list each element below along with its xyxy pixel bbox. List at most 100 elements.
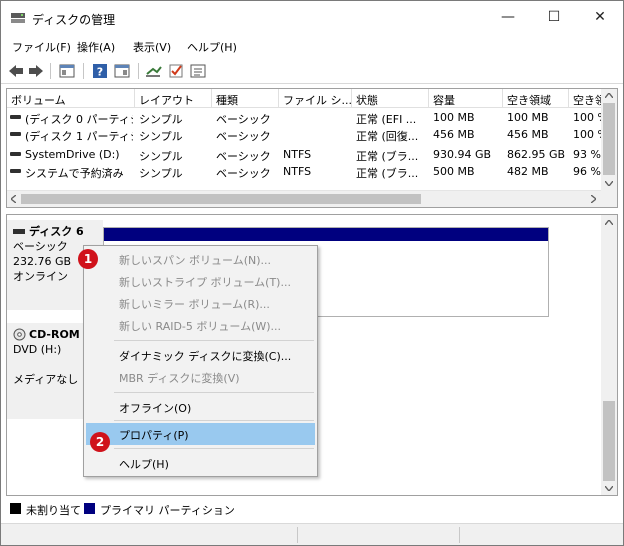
menu-help[interactable]: ヘルプ(H)	[187, 39, 237, 55]
menu-convert-to-mbr-disk[interactable]: MBR ディスクに変換(V)	[86, 366, 315, 388]
minimize-button[interactable]: —	[485, 1, 531, 33]
connect-icon[interactable]	[145, 62, 163, 80]
forward-arrow-icon[interactable]	[27, 62, 45, 80]
menu-offline[interactable]: オフライン(O)	[86, 396, 315, 418]
column-header-layout[interactable]: レイアウト	[135, 89, 212, 108]
volume-icon	[10, 169, 21, 173]
window-title: ディスクの管理	[32, 13, 116, 27]
volume-list-pane: ボリューム レイアウト 種類 ファイル シ... 状態 容量 空き領域 空き領 …	[6, 88, 618, 208]
volume-filesystem: NTFS	[283, 148, 312, 161]
step-badge-1: 1	[78, 249, 98, 269]
scroll-down-icon[interactable]	[605, 181, 613, 186]
legend: 未割り当て プライマリ パーティション	[6, 499, 618, 519]
volume-type: ベーシック	[216, 167, 271, 180]
legend-primary-partition: プライマリ パーティション	[100, 504, 235, 517]
menu-new-spanned-volume[interactable]: 新しいスパン ボリューム(N)...	[86, 248, 315, 270]
scroll-left-icon[interactable]	[11, 195, 16, 203]
volume-name: (ディスク 0 パーティシ...	[25, 113, 133, 126]
show-hide-pane-icon[interactable]	[113, 62, 131, 80]
primary-partition-bar	[104, 228, 548, 241]
volume-capacity: 500 MB	[433, 165, 475, 178]
volume-capacity: 930.94 GB	[433, 148, 492, 161]
back-arrow-icon[interactable]	[7, 62, 25, 80]
menu-convert-to-dynamic-disk[interactable]: ダイナミック ディスクに変換(C)...	[86, 344, 315, 366]
volume-status: 正常 (EFI ...	[356, 113, 417, 126]
maximize-button[interactable]: ☐	[531, 1, 577, 33]
scroll-thumb[interactable]	[21, 194, 421, 204]
volume-layout: シンプル	[139, 150, 183, 163]
volume-row[interactable]: (ディスク 1 パーティシ... シンプル ベーシック 正常 (回復... 45…	[7, 126, 608, 143]
menu-separator	[114, 392, 314, 393]
volume-free-space: 456 MB	[507, 128, 549, 141]
svg-text:?: ?	[97, 66, 103, 79]
volume-icon	[10, 115, 21, 119]
title-bar: ディスクの管理 — ☐ ✕	[1, 1, 623, 35]
column-header-percent-free[interactable]: 空き領	[569, 89, 603, 108]
volume-name: システムで予約済み	[25, 167, 124, 180]
toolbar-separator	[50, 63, 51, 79]
primary-partition-swatch	[84, 503, 95, 514]
column-header-volume[interactable]: ボリューム	[7, 89, 135, 108]
volume-status: 正常 (ブラ...	[356, 150, 419, 163]
column-header-capacity[interactable]: 容量	[429, 89, 503, 108]
volume-layout: シンプル	[139, 130, 183, 143]
column-header-filesystem[interactable]: ファイル シ...	[279, 89, 352, 108]
volume-capacity: 456 MB	[433, 128, 475, 141]
menu-action[interactable]: 操作(A)	[77, 39, 115, 55]
volume-layout: シンプル	[139, 167, 183, 180]
scroll-right-icon[interactable]	[591, 195, 596, 203]
step-badge-2: 2	[90, 432, 110, 452]
scroll-up-icon[interactable]	[605, 220, 613, 225]
disk-6-name: ディスク 6	[29, 225, 84, 238]
toolbar-separator	[83, 63, 84, 79]
volume-row[interactable]: (ディスク 0 パーティシ... シンプル ベーシック 正常 (EFI ... …	[7, 109, 608, 126]
volume-free-space: 862.95 GB	[507, 148, 566, 161]
scrollbar-corner	[601, 190, 617, 207]
scroll-up-icon[interactable]	[605, 93, 613, 98]
volume-horizontal-scrollbar[interactable]	[7, 190, 603, 207]
menu-file[interactable]: ファイル(F)	[12, 39, 71, 55]
volume-capacity: 100 MB	[433, 111, 475, 124]
menu-separator	[114, 420, 314, 421]
disk-6-header: ディスク 6	[13, 224, 97, 239]
scroll-thumb[interactable]	[603, 103, 615, 175]
volume-type: ベーシック	[216, 113, 271, 126]
volume-free-space: 100 MB	[507, 111, 549, 124]
toolbar: ?	[1, 58, 623, 84]
volume-name: (ディスク 1 パーティシ...	[25, 130, 133, 143]
volume-vertical-scrollbar[interactable]	[601, 89, 617, 191]
menu-properties[interactable]: プロパティ(P)	[86, 423, 315, 445]
scroll-thumb[interactable]	[603, 401, 615, 481]
checklist-icon[interactable]	[167, 62, 185, 80]
column-header-type[interactable]: 種類	[212, 89, 279, 108]
volume-status: 正常 (ブラ...	[356, 167, 419, 180]
scroll-down-icon[interactable]	[605, 486, 613, 491]
menu-new-raid5-volume[interactable]: 新しい RAID-5 ボリューム(W)...	[86, 314, 315, 336]
menu-view[interactable]: 表示(V)	[133, 39, 171, 55]
close-button[interactable]: ✕	[577, 1, 623, 33]
unallocated-swatch	[10, 503, 21, 514]
properties-icon[interactable]	[189, 62, 207, 80]
volume-layout: シンプル	[139, 113, 183, 126]
column-header-status[interactable]: 状態	[352, 89, 429, 108]
disk-vertical-scrollbar[interactable]	[601, 215, 617, 495]
status-divider	[297, 527, 298, 543]
legend-unallocated: 未割り当て	[26, 504, 81, 517]
volume-type: ベーシック	[216, 150, 271, 163]
volume-row[interactable]: SystemDrive (D:) シンプル ベーシック NTFS 正常 (ブラ.…	[7, 146, 603, 163]
column-header-free-space[interactable]: 空き領域	[503, 89, 569, 108]
volume-percent-free: 93 %	[573, 148, 601, 161]
volume-row[interactable]: システムで予約済み シンプル ベーシック NTFS 正常 (ブラ... 500 …	[7, 163, 603, 180]
context-menu: 新しいスパン ボリューム(N)... 新しいストライプ ボリューム(T)... …	[83, 245, 318, 477]
help-icon[interactable]: ?	[91, 62, 109, 80]
toolbar-separator	[138, 63, 139, 79]
volume-filesystem: NTFS	[283, 165, 312, 178]
console-tree-icon[interactable]	[58, 62, 76, 80]
menu-new-mirrored-volume[interactable]: 新しいミラー ボリューム(R)...	[86, 292, 315, 314]
menu-help[interactable]: ヘルプ(H)	[86, 452, 315, 474]
menu-bar: ファイル(F) 操作(A) 表示(V) ヘルプ(H)	[1, 35, 623, 57]
menu-new-striped-volume[interactable]: 新しいストライプ ボリューム(T)...	[86, 270, 315, 292]
volume-name: SystemDrive (D:)	[25, 148, 120, 161]
volume-status: 正常 (回復...	[356, 130, 419, 143]
disk-management-icon	[11, 13, 25, 23]
